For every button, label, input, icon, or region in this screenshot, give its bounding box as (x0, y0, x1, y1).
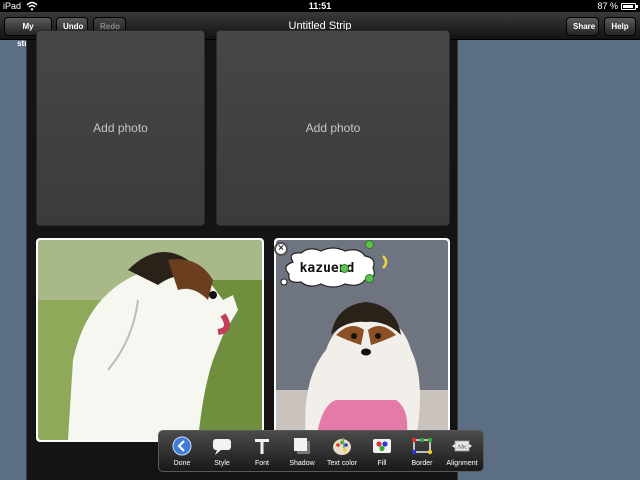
share-button[interactable]: Share (566, 17, 599, 36)
shadow-icon (294, 438, 310, 454)
add-photo-label: Add photo (93, 121, 148, 135)
style-button[interactable]: Style (202, 434, 242, 471)
done-button[interactable]: Done (162, 434, 202, 471)
clock: 11:51 (308, 1, 332, 11)
font-t-icon (255, 439, 269, 454)
fill-icon (373, 439, 391, 453)
battery-percent: 87 % (597, 1, 618, 11)
dog-photo-left (38, 240, 262, 440)
border-button[interactable]: Border (402, 434, 442, 471)
panel-top-right[interactable]: Add photo (216, 30, 450, 226)
bubble-text[interactable]: kazuend (279, 261, 375, 276)
help-button[interactable]: Help (604, 17, 636, 36)
battery-icon (621, 3, 638, 10)
alignment-icon: Abc (452, 440, 472, 452)
border-icon (412, 437, 432, 455)
alignment-button[interactable]: Abc Alignment (442, 434, 482, 471)
edit-toolbar: Done Style Font Shadow Text color Fill B… (158, 430, 484, 472)
text-color-button[interactable]: Text color (322, 434, 362, 471)
shadow-button[interactable]: Shadow (282, 434, 322, 471)
resize-handle[interactable] (365, 274, 374, 283)
speech-bubble[interactable]: kazuend (279, 246, 379, 292)
back-arrow-icon (172, 436, 192, 456)
status-bar: iPad 11:51 87 % (0, 0, 640, 12)
panel-bottom-left[interactable] (36, 238, 264, 442)
move-handle[interactable] (340, 264, 349, 273)
svg-text:Abc: Abc (457, 445, 467, 451)
close-icon[interactable]: × (274, 242, 288, 256)
comic-strip: Add photo Add photo kazuend × (26, 30, 458, 480)
add-photo-label: Add photo (305, 121, 361, 135)
font-button[interactable]: Font (242, 434, 282, 471)
speech-bubble-icon (213, 439, 231, 455)
fill-button[interactable]: Fill (362, 434, 402, 471)
palette-icon (333, 437, 351, 455)
panel-top-left[interactable]: Add photo (36, 30, 205, 226)
tail-handle-icon[interactable] (382, 255, 390, 269)
resize-handle[interactable] (365, 240, 374, 249)
